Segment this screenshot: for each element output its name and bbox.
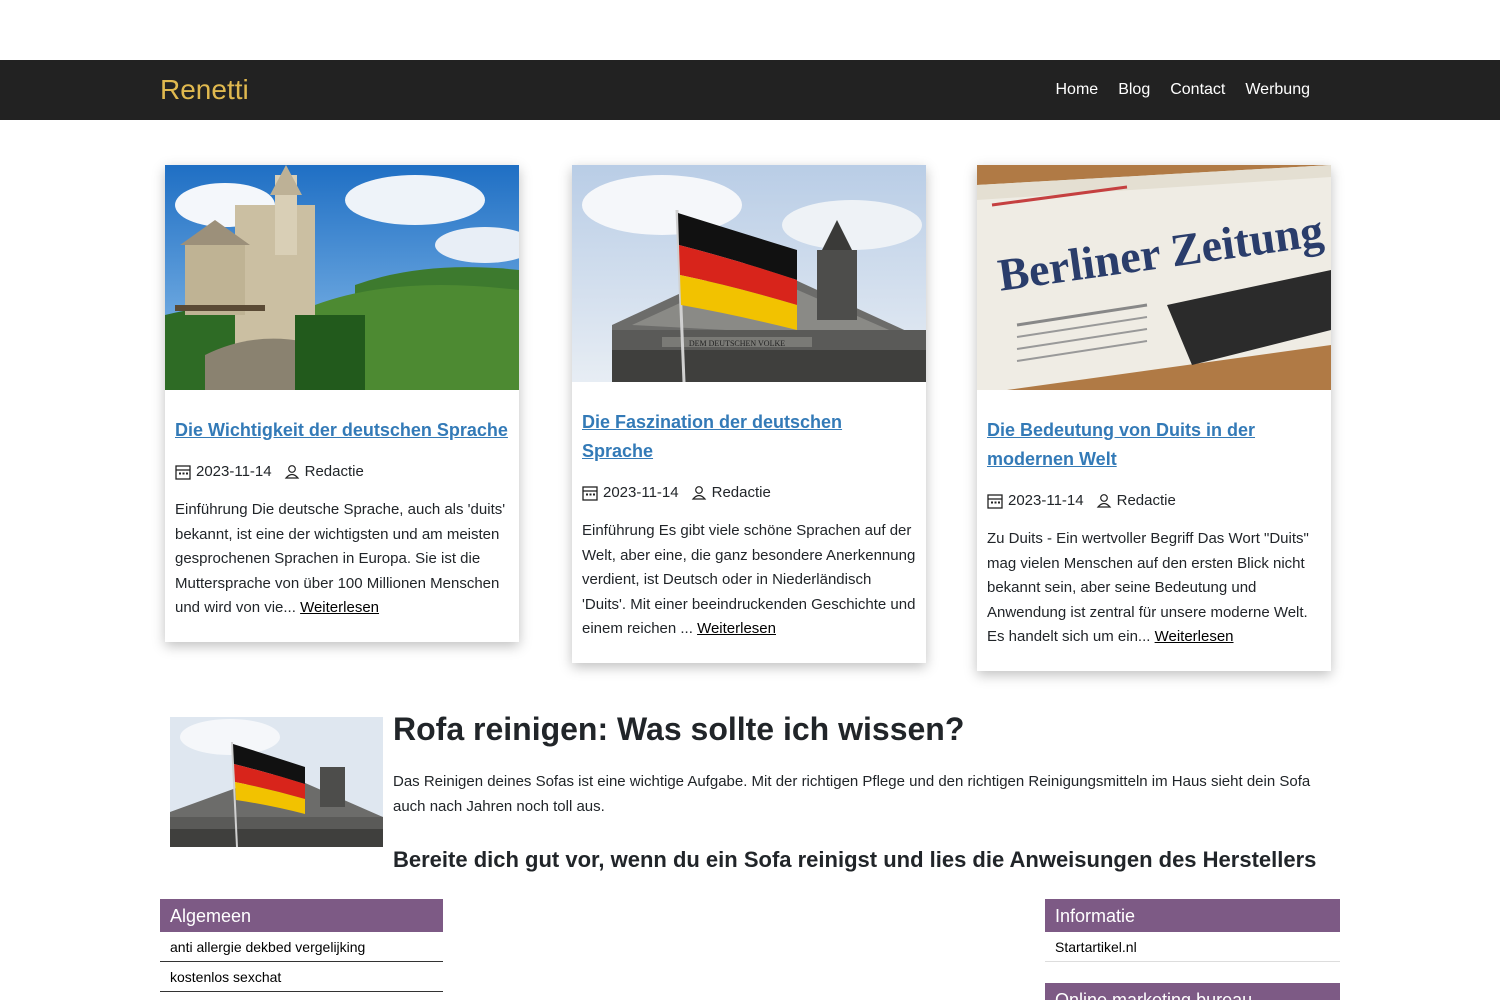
sidebar-widget-marketing: Online marketing bureau	[1045, 983, 1340, 1000]
widget-link[interactable]: kostenlos sexchat	[170, 969, 281, 985]
list-item: anti allergie dekbed vergelijking	[160, 932, 443, 962]
post-thumbnail-link[interactable]	[165, 165, 519, 390]
widget-link[interactable]: Startartikel.nl	[1055, 939, 1137, 955]
user-icon	[691, 485, 706, 500]
castle-landscape-photo	[165, 165, 519, 390]
nav-home[interactable]: Home	[1056, 81, 1099, 99]
post-date: 2023-11-14	[1008, 492, 1084, 509]
read-more-link[interactable]: Weiterlesen	[1155, 628, 1234, 645]
post-title-link[interactable]: Die Faszination der deutschen Sprache	[582, 412, 842, 461]
post-thumbnail-link[interactable]: Berliner Zeitung	[977, 165, 1331, 390]
calendar-icon	[582, 485, 598, 501]
top-navbar: Renetti Home Blog Contact Werbung	[0, 60, 1500, 120]
list-item: kostenlos sexchat	[160, 962, 443, 992]
widget-list: anti allergie dekbed vergelijking kosten…	[160, 932, 443, 992]
user-icon	[1096, 493, 1111, 508]
post-date: 2023-11-14	[603, 484, 679, 501]
list-item: Startartikel.nl	[1045, 932, 1340, 962]
post-author: Redactie	[304, 463, 364, 480]
calendar-icon	[987, 493, 1003, 509]
newspaper-photo: Berliner Zeitung	[977, 165, 1331, 390]
calendar-icon	[175, 464, 191, 480]
german-flag-reichstag-photo	[170, 717, 383, 847]
post-card: DEM DEUTSCHEN VOLKE Die Faszination der …	[572, 165, 926, 663]
read-more-link[interactable]: Weiterlesen	[697, 620, 776, 637]
feature-title: Rofa reinigen: Was sollte ich wissen?	[393, 711, 965, 747]
feature-text: Das Reinigen deines Sofas ist eine wicht…	[393, 773, 1311, 815]
user-icon	[284, 464, 299, 479]
widget-list: Startartikel.nl	[1045, 932, 1340, 962]
post-title-link[interactable]: Die Bedeutung von Duits in der modernen …	[987, 420, 1255, 469]
post-date: 2023-11-14	[196, 463, 272, 480]
post-excerpt: Einführung Es gibt viele schöne Sprachen…	[582, 522, 916, 637]
widget-title: Online marketing bureau	[1045, 983, 1340, 1000]
post-excerpt: Zu Duits - Ein wertvoller Begriff Das Wo…	[987, 530, 1309, 645]
main-nav: Home Blog Contact Werbung	[1056, 81, 1311, 99]
post-meta: 2023-11-14 Redactie	[582, 484, 916, 501]
photo-inscription: DEM DEUTSCHEN VOLKE	[689, 339, 785, 348]
post-thumbnail-link[interactable]: DEM DEUTSCHEN VOLKE	[572, 165, 926, 382]
brand-logo-link[interactable]: Renetti	[160, 74, 249, 106]
nav-blog[interactable]: Blog	[1118, 81, 1150, 99]
post-title-link[interactable]: Die Wichtigkeit der deutschen Sprache	[175, 420, 508, 440]
post-meta: 2023-11-14 Redactie	[987, 492, 1321, 509]
post-author: Redactie	[1116, 492, 1176, 509]
read-more-link[interactable]: Weiterlesen	[300, 599, 379, 616]
nav-werbung[interactable]: Werbung	[1245, 81, 1310, 99]
nav-contact[interactable]: Contact	[1170, 81, 1225, 99]
post-meta: 2023-11-14 Redactie	[175, 463, 509, 480]
post-author: Redactie	[711, 484, 771, 501]
feature-subheading: Bereite dich gut vor, wenn du ein Sofa r…	[393, 847, 1317, 872]
widget-title: Algemeen	[160, 899, 443, 932]
german-flag-reichstag-photo: DEM DEUTSCHEN VOLKE	[572, 165, 926, 382]
widget-title: Informatie	[1045, 899, 1340, 932]
feature-image	[170, 717, 383, 847]
sidebar-widget-algemeen: Algemeen anti allergie dekbed vergelijki…	[160, 899, 443, 992]
sidebar-widget-informatie: Informatie Startartikel.nl	[1045, 899, 1340, 962]
post-card: Berliner Zeitung Die Bedeutung von Duits…	[977, 165, 1331, 671]
post-card: Die Wichtigkeit der deutschen Sprache 20…	[165, 165, 519, 642]
widget-link[interactable]: anti allergie dekbed vergelijking	[170, 939, 365, 955]
post-excerpt: Einführung Die deutsche Sprache, auch al…	[175, 501, 506, 616]
